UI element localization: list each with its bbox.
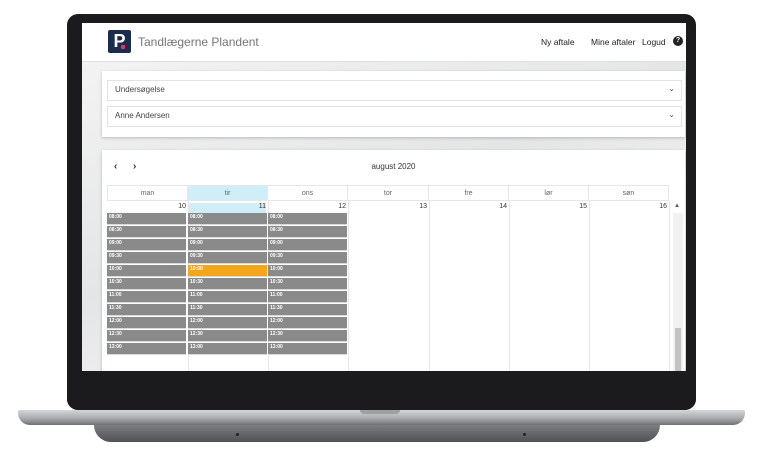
time-slot[interactable]: 08:00 <box>107 213 186 225</box>
laptop-notch <box>360 410 400 414</box>
day-header-sun: søn <box>589 185 669 201</box>
time-slot[interactable]: 09:00 <box>268 239 347 251</box>
dentist-select[interactable]: Anne Andersen ⌄ <box>107 106 682 127</box>
time-slot[interactable]: 09:30 <box>107 252 186 264</box>
scrollbar-thumb[interactable] <box>675 328 681 371</box>
help-icon[interactable]: ? <box>673 36 683 46</box>
time-slot[interactable]: 12:30 <box>268 330 347 342</box>
app-screen: P Tandlægerne Plandent Ny aftale Mine af… <box>82 23 686 371</box>
laptop-foot <box>94 425 660 442</box>
brand-name[interactable]: Tandlægerne Plandent <box>138 35 259 49</box>
time-slot[interactable]: 12:30 <box>188 330 267 342</box>
date-number-wed: 12 <box>338 203 346 210</box>
time-slot[interactable]: 11:00 <box>268 291 347 303</box>
time-slot[interactable]: 10:00 <box>107 265 186 277</box>
date-number-sun: 16 <box>659 203 667 210</box>
day-header-wed: ons <box>268 185 348 201</box>
time-slot[interactable]: 11:00 <box>188 291 267 303</box>
filter-card: Undersøgelse ⌄ Anne Andersen ⌄ <box>102 71 685 137</box>
time-slot[interactable]: 10:30 <box>188 278 267 290</box>
time-slot[interactable]: 13:00 <box>188 343 267 355</box>
time-slot[interactable]: 09:00 <box>188 239 267 251</box>
time-slot[interactable]: 08:00 <box>268 213 347 225</box>
date-number-thu: 13 <box>419 203 427 210</box>
laptop-chin <box>67 371 696 410</box>
column-divider <box>589 201 590 371</box>
time-slot[interactable]: 12:30 <box>107 330 186 342</box>
date-number-fri: 14 <box>499 203 507 210</box>
logo-letter: P <box>113 31 126 51</box>
nav-new-appointment[interactable]: Ny aftale <box>541 37 575 47</box>
day-header-fri: fre <box>429 185 509 201</box>
laptop-foot-dot <box>523 433 526 436</box>
chevron-down-icon: ⌄ <box>668 84 675 93</box>
time-slot[interactable]: 12:00 <box>268 317 347 329</box>
column-divider <box>509 201 510 371</box>
time-slot[interactable]: 08:30 <box>268 226 347 238</box>
brand-logo[interactable]: P <box>108 30 131 53</box>
logo-dot <box>121 45 125 49</box>
service-select-value: Undersøgelse <box>115 85 165 94</box>
top-navbar: P Tandlægerne Plandent Ny aftale Mine af… <box>82 23 686 62</box>
calendar-scrollbar[interactable] <box>673 213 683 371</box>
time-slot[interactable]: 10:00 <box>268 265 347 277</box>
time-slot[interactable]: 12:00 <box>188 317 267 329</box>
calendar-card: ‹ › august 2020 man tir ons tor fre lør … <box>102 150 685 371</box>
chevron-down-icon: ⌄ <box>668 110 675 119</box>
column-divider <box>348 201 349 371</box>
date-number-tue: 11 <box>188 203 266 213</box>
time-slot[interactable]: 08:30 <box>107 226 186 238</box>
time-slot[interactable]: 13:00 <box>107 343 186 355</box>
time-slot[interactable]: 12:00 <box>107 317 186 329</box>
time-slot[interactable]: 11:30 <box>268 304 347 316</box>
time-slot[interactable]: 13:00 <box>268 343 347 355</box>
laptop-foot-dot <box>236 433 239 436</box>
time-slot[interactable]: 09:30 <box>268 252 347 264</box>
nav-logout[interactable]: Logud <box>642 37 666 47</box>
column-divider <box>429 201 430 371</box>
scroll-up-icon[interactable]: ▲ <box>674 203 680 209</box>
time-slot[interactable]: 11:00 <box>107 291 186 303</box>
time-slot[interactable]: 08:30 <box>188 226 267 238</box>
day-header-mon: man <box>107 185 188 201</box>
time-slot[interactable]: 10:00 <box>188 265 267 277</box>
nav-my-appointments[interactable]: Mine aftaler <box>591 37 635 47</box>
day-header-sat: lør <box>509 185 589 201</box>
time-slot[interactable]: 08:00 <box>188 213 267 225</box>
service-select[interactable]: Undersøgelse ⌄ <box>107 80 682 101</box>
dentist-select-value: Anne Andersen <box>115 111 170 120</box>
day-header-tue: tir <box>188 185 268 201</box>
time-slot[interactable]: 11:30 <box>107 304 186 316</box>
column-divider <box>669 201 670 371</box>
date-number-mon: 10 <box>178 203 186 210</box>
day-header-thu: tor <box>348 185 429 201</box>
time-slot[interactable]: 10:30 <box>107 278 186 290</box>
time-slot[interactable]: 11:30 <box>188 304 267 316</box>
time-slot[interactable]: 09:00 <box>107 239 186 251</box>
time-slot[interactable]: 09:30 <box>188 252 267 264</box>
date-number-sat: 15 <box>579 203 587 210</box>
calendar-month-title: august 2020 <box>371 162 416 171</box>
time-slot[interactable]: 10:30 <box>268 278 347 290</box>
